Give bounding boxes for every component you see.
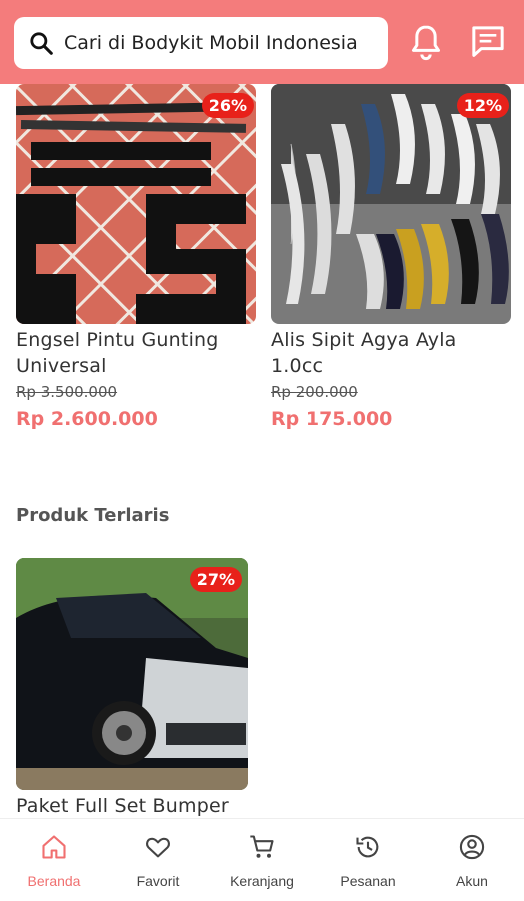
nav-label: Akun [456, 873, 488, 889]
sale-price: Rp 2.600.000 [16, 408, 158, 430]
heart-icon [146, 837, 170, 858]
nav-label: Favorit [136, 873, 180, 889]
product-image [16, 84, 256, 324]
nav-label: Keranjang [230, 873, 294, 889]
original-price: Rp 3.500.000 [16, 383, 118, 401]
product-card[interactable]: 27% Paket Full Set Bumper [16, 558, 248, 818]
product-title-line2: 1.0cc [271, 355, 324, 377]
nav-item-akun[interactable]: Akun [420, 819, 524, 901]
app-header: Cari di Bodykit Mobil Indonesia [0, 0, 524, 84]
chat-icon[interactable] [468, 22, 508, 62]
nav-label: Pesanan [340, 873, 396, 889]
product-title-line1: Engsel Pintu Gunting [16, 329, 219, 351]
bottom-navigation: Beranda Favorit Keranjang Pesanan Akun [0, 818, 524, 901]
sale-price: Rp 175.000 [271, 408, 393, 430]
original-price: Rp 200.000 [271, 383, 358, 401]
account-icon [459, 834, 485, 860]
product-title-line2: Universal [16, 355, 107, 377]
product-image [271, 84, 511, 324]
section-title: Produk Terlaris [16, 505, 170, 526]
home-icon [42, 835, 66, 859]
history-icon [356, 836, 379, 858]
discount-badge: 27% [189, 567, 242, 592]
nav-item-keranjang[interactable]: Keranjang [210, 819, 314, 901]
search-input[interactable]: Cari di Bodykit Mobil Indonesia [64, 32, 384, 54]
product-title-line1: Alis Sipit Agya Ayla [271, 329, 457, 351]
nav-item-favorit[interactable]: Favorit [106, 819, 210, 901]
nav-item-pesanan[interactable]: Pesanan [316, 819, 420, 901]
discount-badge: 12% [456, 93, 509, 118]
search-bar[interactable]: Cari di Bodykit Mobil Indonesia [14, 17, 388, 69]
product-card[interactable]: 12% Alis Sipit Agya Ayla 1.0cc Rp 200.00… [271, 84, 511, 434]
cart-icon [250, 835, 274, 858]
nav-item-beranda[interactable]: Beranda [2, 819, 106, 901]
product-title: Paket Full Set Bumper [16, 795, 229, 817]
notification-bell-icon[interactable] [406, 22, 446, 62]
product-card[interactable]: 26% Engsel Pintu Gunting Universal Rp 3.… [16, 84, 256, 434]
discount-badge: 26% [201, 93, 254, 118]
search-icon [30, 32, 53, 55]
product-image [16, 558, 248, 790]
nav-label: Beranda [27, 873, 81, 889]
